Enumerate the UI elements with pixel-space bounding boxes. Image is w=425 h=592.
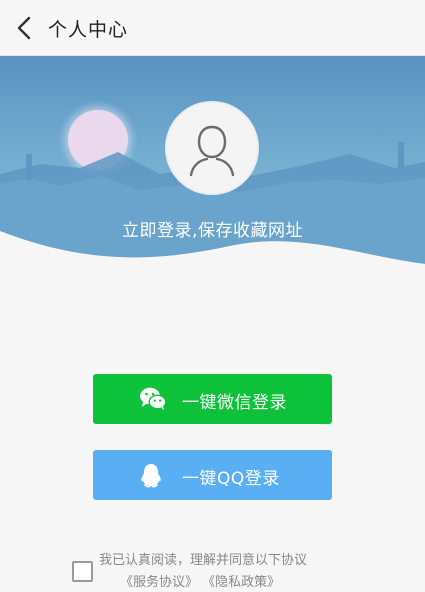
wechat-icon xyxy=(140,387,167,411)
user-silhouette-icon xyxy=(189,125,235,177)
qq-penguin-icon xyxy=(141,464,161,488)
qq-login-button[interactable]: 一键QQ登录 xyxy=(93,450,332,500)
wechat-login-label: 一键微信登录 xyxy=(182,393,287,413)
tower-right xyxy=(398,142,404,168)
wechat-login-button[interactable]: 一键微信登录 xyxy=(93,374,332,424)
back-button[interactable] xyxy=(10,12,40,44)
page-title: 个人中心 xyxy=(48,19,129,41)
tower-left xyxy=(26,154,32,180)
agreement-text: 我已认真阅读，理解并同意以下协议 xyxy=(99,553,308,568)
avatar[interactable] xyxy=(165,101,259,195)
agreement-links: 《服务协议》 《隐私政策》 xyxy=(120,571,280,590)
service-agreement-link[interactable]: 《服务协议》 xyxy=(120,575,198,590)
top-bar: 个人中心 xyxy=(0,0,425,56)
login-hint[interactable]: 立即登录,保存收藏网址 xyxy=(0,216,425,241)
privacy-policy-link[interactable]: 《隐私政策》 xyxy=(202,575,280,590)
agreement-checkbox[interactable] xyxy=(72,561,93,582)
back-arrow-icon xyxy=(17,16,31,40)
qq-login-label: 一键QQ登录 xyxy=(182,469,280,489)
